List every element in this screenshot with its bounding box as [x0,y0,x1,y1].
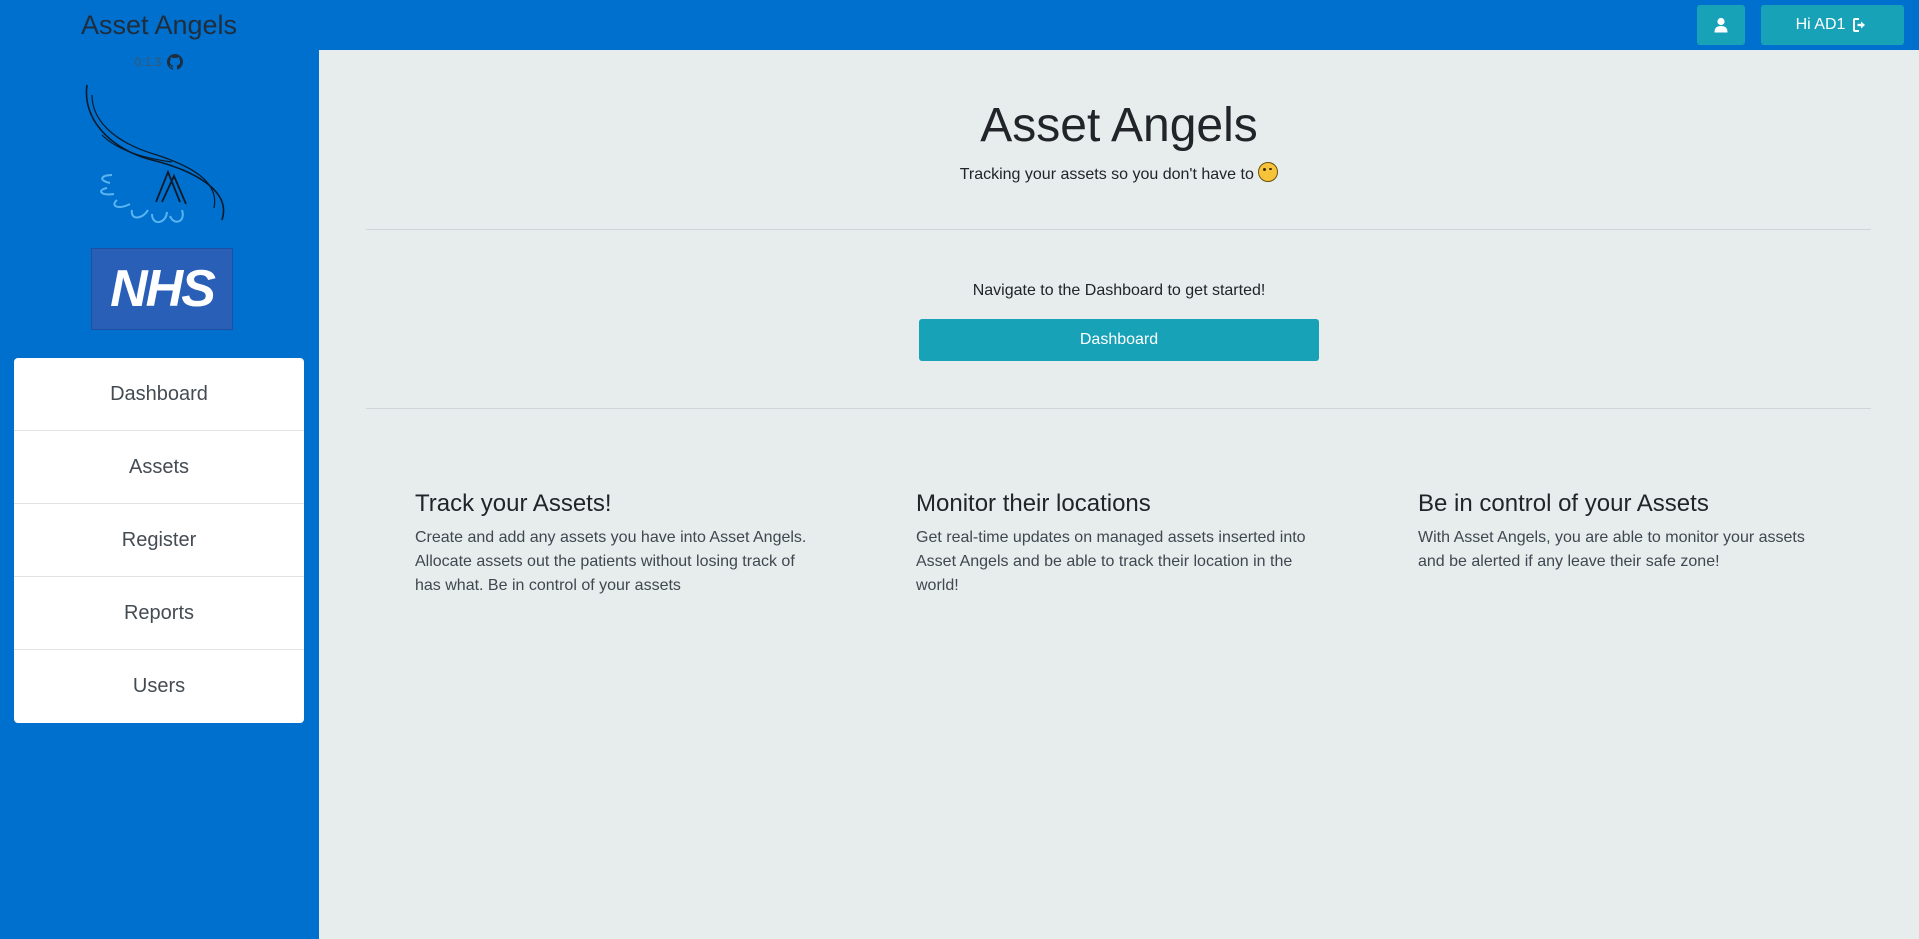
sidebar-item-reports[interactable]: Reports [14,577,304,650]
sidebar-item-register[interactable]: Register [14,504,304,577]
feature-text: Get real-time updates on managed assets … [916,529,1306,594]
feature-text: Create and add any assets you have into … [415,529,807,594]
logout-label: Hi AD1 [1795,16,1846,33]
logout-button[interactable]: Hi AD1 [1761,5,1904,45]
sign-out-icon [1853,18,1866,32]
main-content: Asset Angels Tracking your assets so you… [319,50,1919,939]
divider-top [366,229,1871,230]
dashboard-button[interactable]: Dashboard [919,319,1319,361]
version-label: 0.1.3 [134,55,162,69]
feature-text: With Asset Angels, you are able to monit… [1418,529,1805,570]
top-actions: Hi AD1 [1697,5,1904,45]
feature-title: Monitor their locations [916,490,1151,517]
sidebar-item-users[interactable]: Users [14,650,304,723]
github-icon[interactable] [167,54,184,70]
profile-button[interactable] [1697,5,1745,45]
sidebar-item-dashboard[interactable]: Dashboard [14,358,304,431]
cta-text: Navigate to the Dashboard to get started… [972,282,1266,299]
wink-emoji-icon [1258,162,1279,182]
app-title: Asset Angels [80,10,238,40]
nhs-logo: NHS [91,248,233,330]
feature-title: Be in control of your Assets [1418,490,1709,517]
feature-track: Track your Assets! Create and add any as… [415,490,815,598]
page-subtitle: Tracking your assets so you don't have t… [319,162,1919,184]
divider-bottom [366,408,1871,409]
feature-control: Be in control of your Assets With Asset … [1418,490,1818,574]
sidebar-item-assets[interactable]: Assets [14,431,304,504]
sidebar: Asset Angels 0.1.3 NHS Dashboard Assets … [0,0,318,939]
subtitle-text: Tracking your assets so you don't have t… [959,166,1254,183]
version-row: 0.1.3 [0,54,318,70]
page-title: Asset Angels [980,99,1258,152]
asset-angels-logo [85,84,225,223]
feature-monitor: Monitor their locations Get real-time up… [916,490,1316,598]
feature-title: Track your Assets! [415,490,612,517]
sidebar-nav: Dashboard Assets Register Reports Users [14,358,304,723]
user-icon [1714,17,1728,33]
